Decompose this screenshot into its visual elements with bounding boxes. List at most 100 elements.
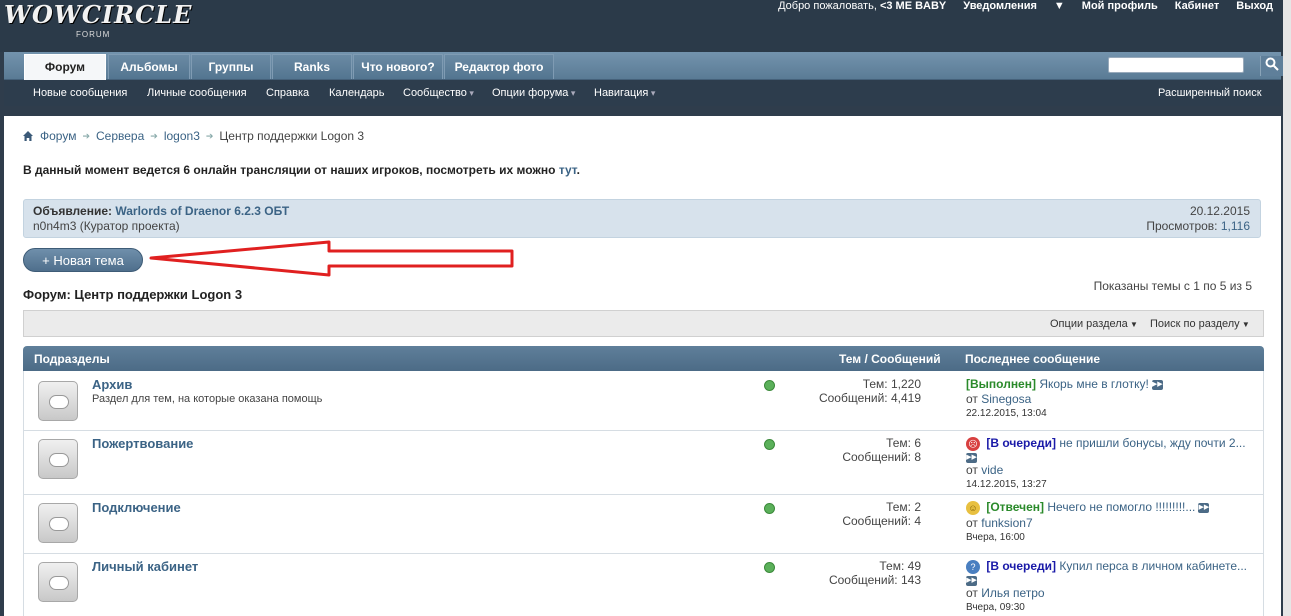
cabinet-link[interactable]: Кабинет <box>1175 0 1220 16</box>
thread-count: Тем: 2 <box>886 500 921 514</box>
section-search-dropdown[interactable]: Поиск по разделу ▼ <box>1150 318 1250 330</box>
notice-link[interactable]: тут <box>559 163 577 177</box>
subnav-navigation-label: Навигация <box>594 87 649 99</box>
author-link[interactable]: vide <box>981 463 1003 477</box>
site-logo[interactable]: WOWCIRCLE FORUM <box>4 2 192 40</box>
goto-last-post-icon[interactable]: ▶▶ <box>966 452 977 463</box>
announcement-box: Объявление: Warlords of Draenor 6.2.3 ОБ… <box>23 199 1261 238</box>
subforums-table-header: Подразделы Тем / Сообщений Последнее соо… <box>23 346 1264 371</box>
goto-last-post-icon[interactable]: ▶▶ <box>1198 502 1210 513</box>
announcement-title-line: Объявление: Warlords of Draenor 6.2.3 ОБ… <box>33 204 289 218</box>
tab-forum[interactable]: Форум <box>24 54 106 80</box>
by-label: от <box>966 516 978 530</box>
breadcrumb-logon3[interactable]: logon3 <box>164 129 200 143</box>
by-label: от <box>966 463 978 477</box>
new-thread-button[interactable]: + Новая тема <box>23 248 143 272</box>
username-link[interactable]: <3 ME BABY <box>880 0 946 12</box>
last-post-title: [Выполнен] Якорь мне в глотку! ▶▶ <box>966 377 1163 391</box>
search-input[interactable] <box>1108 57 1244 73</box>
table-row: Пожертвование Тем: 6 Сообщений: 8 ☹ [В о… <box>23 431 1264 495</box>
welcome-text: Добро пожаловать, <3 ME BABY <box>778 0 946 16</box>
last-post-link[interactable]: Якорь мне в глотку! <box>1039 377 1148 391</box>
last-post-link[interactable]: Купил перса в личном кабинете... <box>1059 559 1247 573</box>
subnav-calendar[interactable]: Календарь <box>329 87 385 99</box>
tab-albums[interactable]: Альбомы <box>108 54 190 79</box>
my-profile-link[interactable]: Мой профиль <box>1082 0 1158 16</box>
announcement-author: n0n4m3 (Куратор проекта) <box>33 219 180 233</box>
logo-subtitle: FORUM <box>76 30 111 39</box>
main-content: Форум ➔ Сервера ➔ logon3 ➔ Центр поддерж… <box>4 116 1281 616</box>
status-online-icon <box>764 439 775 450</box>
tab-whats-new[interactable]: Что нового? <box>353 54 443 79</box>
logout-link[interactable]: Выход <box>1236 0 1273 16</box>
subnav-private-messages[interactable]: Личные сообщения <box>147 87 247 99</box>
subnav-navigation[interactable]: Навигация ▾ <box>594 87 655 99</box>
tab-groups[interactable]: Группы <box>191 54 271 79</box>
subnav-help[interactable]: Справка <box>266 87 309 99</box>
thread-count: Тем: 6 <box>886 436 921 450</box>
goto-last-post-icon[interactable]: ▶▶ <box>966 575 977 586</box>
breadcrumb-forum[interactable]: Форум <box>40 129 76 143</box>
last-post-date: 22.12.2015, 13:04 <box>966 408 1047 419</box>
forum-name[interactable]: Пожертвование <box>92 436 193 451</box>
status-tag: [В очереди] <box>986 559 1057 573</box>
forum-name[interactable]: Архив <box>92 377 132 392</box>
breadcrumb-servers[interactable]: Сервера <box>96 129 144 143</box>
site-header: WOWCIRCLE FORUM Добро пожаловать, <3 ME … <box>0 0 1291 52</box>
post-count: Сообщений: 8 <box>842 450 921 464</box>
forum-title: Форум: Центр поддержки Logon 3 <box>23 287 243 302</box>
by-label: от <box>966 586 978 600</box>
chevron-icon: ▾ <box>466 88 474 98</box>
section-options-label: Опции раздела <box>1050 318 1128 330</box>
subnav-forum-options[interactable]: Опции форума ▾ <box>492 87 575 99</box>
forum-icon <box>38 439 78 479</box>
breadcrumb-separator-icon: ➔ <box>150 130 158 141</box>
table-row: Личный кабинет Тем: 49 Сообщений: 143 ? … <box>23 554 1264 616</box>
sub-navbar: Новые сообщения Личные сообщения Справка… <box>4 80 1281 106</box>
stream-notice: В данный момент ведется 6 онлайн трансля… <box>23 163 580 177</box>
forum-icon <box>38 503 78 543</box>
forum-name[interactable]: Личный кабинет <box>92 559 198 574</box>
home-icon[interactable] <box>22 130 34 142</box>
author-link[interactable]: funksion7 <box>981 516 1032 530</box>
notifications-link[interactable]: Уведомления ▼ <box>963 0 1065 16</box>
table-row: Архив Раздел для тем, на которые оказана… <box>23 371 1264 431</box>
chevron-icon: ▾ <box>648 88 656 98</box>
last-post-link[interactable]: Нечего не помогло !!!!!!!!!... <box>1047 500 1195 514</box>
chevron-down-icon: ▼ <box>1239 320 1250 329</box>
last-post-author: от Илья петро <box>966 586 1045 600</box>
announcement-link[interactable]: Warlords of Draenor 6.2.3 ОБТ <box>115 204 289 218</box>
advanced-search-link[interactable]: Расширенный поиск <box>1158 87 1262 99</box>
table-row: Подключение Тем: 2 Сообщений: 4 ☺ [Отвеч… <box>23 495 1264 554</box>
main-navbar: Форум Альбомы Группы Ranks Что нового? Р… <box>4 52 1283 80</box>
last-post-date: 14.12.2015, 13:27 <box>966 479 1047 490</box>
subnav-community[interactable]: Сообщество ▾ <box>403 87 474 99</box>
tab-photo-editor[interactable]: Редактор фото <box>444 54 554 79</box>
page-scrollbar[interactable] <box>1283 0 1291 616</box>
author-link[interactable]: Sinegosa <box>981 392 1031 406</box>
notice-end: . <box>576 163 580 177</box>
status-online-icon <box>764 562 775 573</box>
tab-ranks[interactable]: Ranks <box>272 54 352 79</box>
last-post-author: от funksion7 <box>966 516 1033 530</box>
post-count: Сообщений: 4 <box>842 514 921 528</box>
status-online-icon <box>764 380 775 391</box>
angry-face-icon: ☹ <box>966 436 980 451</box>
views-count[interactable]: 1,116 <box>1221 219 1250 233</box>
notice-text: В данный момент ведется 6 онлайн трансля… <box>23 163 556 177</box>
post-count: Сообщений: 4,419 <box>818 391 921 405</box>
forum-description: Раздел для тем, на которые оказана помощ… <box>92 393 323 405</box>
forum-name[interactable]: Подключение <box>92 500 181 515</box>
goto-row: ▶▶ <box>966 573 977 587</box>
thread-count: Тем: 1,220 <box>862 377 921 391</box>
section-options-dropdown[interactable]: Опции раздела ▼ <box>1050 318 1138 330</box>
search-icon[interactable] <box>1260 56 1283 76</box>
status-tag: [Выполнен] <box>966 377 1036 391</box>
last-post-link[interactable]: не пришли бонусы, жду почти 2... <box>1059 436 1245 450</box>
goto-row: ▶▶ <box>966 450 977 464</box>
views-label: Просмотров: <box>1146 219 1218 233</box>
goto-last-post-icon[interactable]: ▶▶ <box>1151 379 1163 390</box>
author-link[interactable]: Илья петро <box>981 586 1044 600</box>
subnav-new-posts[interactable]: Новые сообщения <box>33 87 127 99</box>
last-post-title: ☹ [В очереди] не пришли бонусы, жду почт… <box>966 436 1246 451</box>
